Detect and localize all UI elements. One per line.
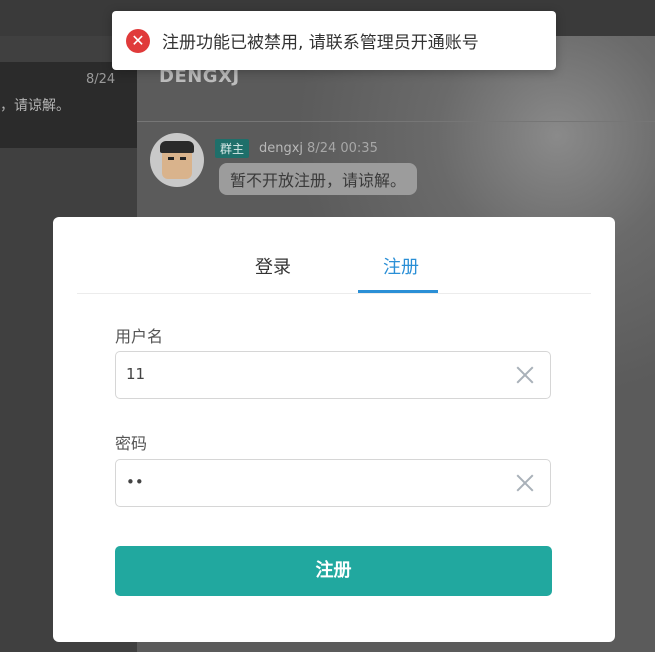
chat-item-snippet: ，请谅解。: [0, 98, 70, 114]
avatar: [150, 133, 204, 187]
auth-modal: 登录 注册 用户名 11 密码 •• 注册: [53, 217, 615, 642]
auth-tabs: 登录 注册: [77, 217, 591, 294]
chat-item-date: 8/24: [86, 72, 116, 87]
username-value[interactable]: 11: [126, 365, 145, 383]
password-field[interactable]: ••: [115, 459, 551, 507]
password-label: 密码: [115, 434, 148, 453]
clear-icon[interactable]: [514, 472, 536, 494]
username-label: 用户名: [115, 327, 164, 346]
active-tab-indicator: [358, 290, 438, 293]
password-value[interactable]: ••: [126, 473, 144, 491]
sender-name: dengxj: [259, 141, 304, 156]
error-icon: ✕: [126, 28, 150, 53]
header-divider: [137, 121, 655, 122]
username-field[interactable]: 11: [115, 351, 551, 399]
clear-icon[interactable]: [514, 364, 536, 386]
error-toast: ✕ 注册功能已被禁用, 请联系管理员开通账号: [112, 11, 556, 70]
tab-login[interactable]: 登录: [255, 253, 291, 279]
register-button[interactable]: 注册: [115, 546, 552, 596]
message-time: 8/24 00:35: [307, 141, 378, 156]
owner-badge: 群主: [215, 139, 250, 158]
toast-message: 注册功能已被禁用, 请联系管理员开通账号: [162, 33, 479, 53]
message-bubble: 暂不开放注册，请谅解。: [219, 163, 418, 195]
message-meta: dengxj 8/24 00:35: [259, 141, 378, 156]
tab-register[interactable]: 注册: [383, 253, 419, 279]
